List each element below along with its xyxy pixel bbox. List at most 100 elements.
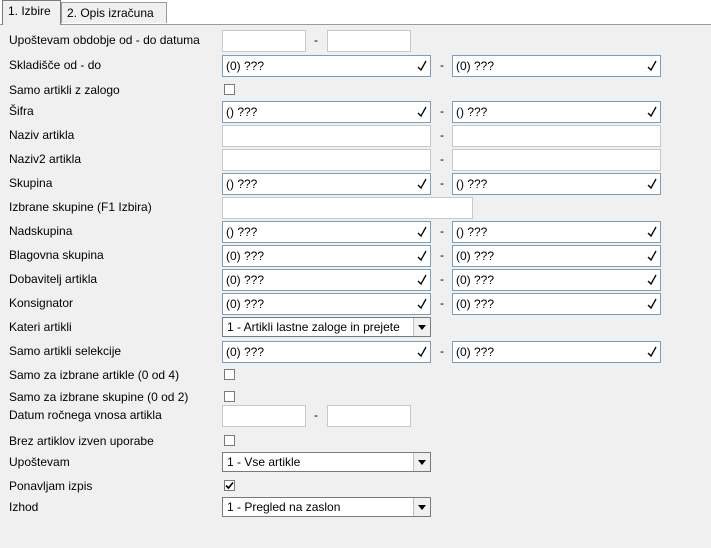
consignor-label: Konsignator bbox=[9, 296, 74, 310]
output-label: Izhod bbox=[9, 500, 39, 514]
consignor-to-combo[interactable]: (0) ??? bbox=[452, 293, 661, 315]
name2-from-input[interactable] bbox=[222, 149, 431, 171]
lookup-check-icon[interactable] bbox=[414, 294, 430, 314]
consignor-from-value: (0) ??? bbox=[226, 297, 265, 311]
supplier-to-value: (0) ??? bbox=[456, 273, 495, 287]
range-dash: - bbox=[440, 58, 444, 72]
row-which-articles: Kateri artikli 1 - Artikli lastne zaloge… bbox=[0, 317, 711, 339]
code-to-value: () ??? bbox=[456, 105, 488, 119]
tab-izbire[interactable]: 1. Izbire bbox=[2, 0, 61, 25]
code-from-combo[interactable]: () ??? bbox=[222, 101, 431, 123]
which-articles-label: Kateri artikli bbox=[9, 320, 72, 334]
row-warehouse: Skladišče od - do (0) ??? - (0) ??? bbox=[0, 55, 711, 77]
stock-only-checkbox[interactable] bbox=[224, 84, 235, 95]
name-to-input[interactable] bbox=[452, 125, 661, 147]
lookup-check-icon[interactable] bbox=[644, 102, 660, 122]
exclude-unused-checkbox[interactable] bbox=[224, 435, 235, 446]
selected-articles-label: Samo za izbrane artikle (0 od 4) bbox=[9, 368, 180, 382]
selection-from-combo[interactable]: (0) ??? bbox=[222, 341, 431, 363]
chevron-down-icon[interactable] bbox=[413, 498, 430, 516]
range-dash: - bbox=[440, 176, 444, 190]
supergroup-from-value: () ??? bbox=[226, 225, 258, 239]
lookup-check-icon[interactable] bbox=[414, 222, 430, 242]
row-code: Šifra () ??? - () ??? bbox=[0, 101, 711, 123]
group-from-combo[interactable]: () ??? bbox=[222, 173, 431, 195]
output-value: 1 - Pregled na zaslon bbox=[227, 500, 341, 514]
lookup-check-icon[interactable] bbox=[644, 270, 660, 290]
name2-to-input[interactable] bbox=[452, 149, 661, 171]
consider-select[interactable]: 1 - Vse artikle bbox=[222, 452, 431, 472]
selection-to-combo[interactable]: (0) ??? bbox=[452, 341, 661, 363]
supergroup-to-value: () ??? bbox=[456, 225, 488, 239]
row-exclude-unused: Brez artiklov izven uporabe bbox=[0, 431, 711, 453]
repeat-print-label: Ponavljam izpis bbox=[9, 479, 93, 493]
lookup-check-icon[interactable] bbox=[414, 102, 430, 122]
group-to-value: () ??? bbox=[456, 177, 488, 191]
period-label: Upoštevam obdobje od - do datuma bbox=[9, 33, 200, 47]
range-dash: - bbox=[314, 33, 318, 47]
supplier-to-combo[interactable]: (0) ??? bbox=[452, 269, 661, 291]
selection-to-value: (0) ??? bbox=[456, 345, 495, 359]
lookup-check-icon[interactable] bbox=[644, 174, 660, 194]
selected-articles-checkbox[interactable] bbox=[224, 369, 235, 380]
name-from-input[interactable] bbox=[222, 125, 431, 147]
range-dash: - bbox=[314, 408, 318, 422]
supergroup-from-combo[interactable]: () ??? bbox=[222, 221, 431, 243]
row-period: Upoštevam obdobje od - do datuma - bbox=[0, 30, 711, 52]
lookup-check-icon[interactable] bbox=[414, 270, 430, 290]
row-consider: Upoštevam 1 - Vse artikle bbox=[0, 452, 711, 474]
lookup-check-icon[interactable] bbox=[414, 342, 430, 362]
period-from-input[interactable] bbox=[222, 30, 306, 52]
selected-groups-input[interactable] bbox=[222, 197, 473, 219]
name2-label: Naziv2 artikla bbox=[9, 152, 82, 166]
code-label: Šifra bbox=[9, 104, 34, 118]
range-dash: - bbox=[440, 104, 444, 118]
selected-groups-only-checkbox[interactable] bbox=[224, 391, 235, 402]
lookup-check-icon[interactable] bbox=[414, 246, 430, 266]
consider-value: 1 - Vse artikle bbox=[227, 455, 301, 469]
code-from-value: () ??? bbox=[226, 105, 258, 119]
manual-entry-to-input[interactable] bbox=[327, 405, 411, 427]
chevron-down-icon[interactable] bbox=[413, 318, 430, 336]
warehouse-from-combo[interactable]: (0) ??? bbox=[222, 55, 431, 77]
lookup-check-icon[interactable] bbox=[644, 294, 660, 314]
warehouse-label: Skladišče od - do bbox=[9, 58, 102, 72]
range-dash: - bbox=[440, 272, 444, 286]
consignor-from-combo[interactable]: (0) ??? bbox=[222, 293, 431, 315]
tab-opis-izracuna[interactable]: 2. Opis izračuna bbox=[61, 2, 167, 23]
lookup-check-icon[interactable] bbox=[644, 342, 660, 362]
consider-label: Upoštevam bbox=[9, 455, 70, 469]
row-group: Skupina () ??? - () ??? bbox=[0, 173, 711, 195]
row-supplier: Dobavitelj artikla (0) ??? - (0) ??? bbox=[0, 269, 711, 291]
period-to-input[interactable] bbox=[327, 30, 411, 52]
group-to-combo[interactable]: () ??? bbox=[452, 173, 661, 195]
checkmark-icon bbox=[225, 481, 234, 490]
supplier-label: Dobavitelj artikla bbox=[9, 272, 98, 286]
selection-from-value: (0) ??? bbox=[226, 345, 265, 359]
which-articles-select[interactable]: 1 - Artikli lastne zaloge in prejete bbox=[222, 317, 431, 337]
repeat-print-checkbox[interactable] bbox=[224, 480, 235, 491]
supplier-from-combo[interactable]: (0) ??? bbox=[222, 269, 431, 291]
row-selected-groups: Izbrane skupine (F1 Izbira) bbox=[0, 197, 711, 219]
lookup-check-icon[interactable] bbox=[644, 222, 660, 242]
warehouse-to-combo[interactable]: (0) ??? bbox=[452, 55, 661, 77]
range-dash: - bbox=[440, 248, 444, 262]
name-label: Naziv artikla bbox=[9, 128, 75, 142]
goods-group-from-combo[interactable]: (0) ??? bbox=[222, 245, 431, 267]
selection-only-label: Samo artikli selekcije bbox=[9, 344, 122, 358]
row-name2: Naziv2 artikla - bbox=[0, 149, 711, 171]
output-select[interactable]: 1 - Pregled na zaslon bbox=[222, 497, 431, 517]
chevron-down-icon[interactable] bbox=[413, 453, 430, 471]
lookup-check-icon[interactable] bbox=[414, 56, 430, 76]
supergroup-to-combo[interactable]: () ??? bbox=[452, 221, 661, 243]
range-dash: - bbox=[440, 344, 444, 358]
supplier-from-value: (0) ??? bbox=[226, 273, 265, 287]
goods-group-to-combo[interactable]: (0) ??? bbox=[452, 245, 661, 267]
lookup-check-icon[interactable] bbox=[644, 56, 660, 76]
row-supergroup: Nadskupina () ??? - () ??? bbox=[0, 221, 711, 243]
lookup-check-icon[interactable] bbox=[414, 174, 430, 194]
code-to-combo[interactable]: () ??? bbox=[452, 101, 661, 123]
manual-entry-from-input[interactable] bbox=[222, 405, 306, 427]
row-manual-entry-date: Datum ročnega vnosa artikla - bbox=[0, 405, 711, 427]
lookup-check-icon[interactable] bbox=[644, 246, 660, 266]
